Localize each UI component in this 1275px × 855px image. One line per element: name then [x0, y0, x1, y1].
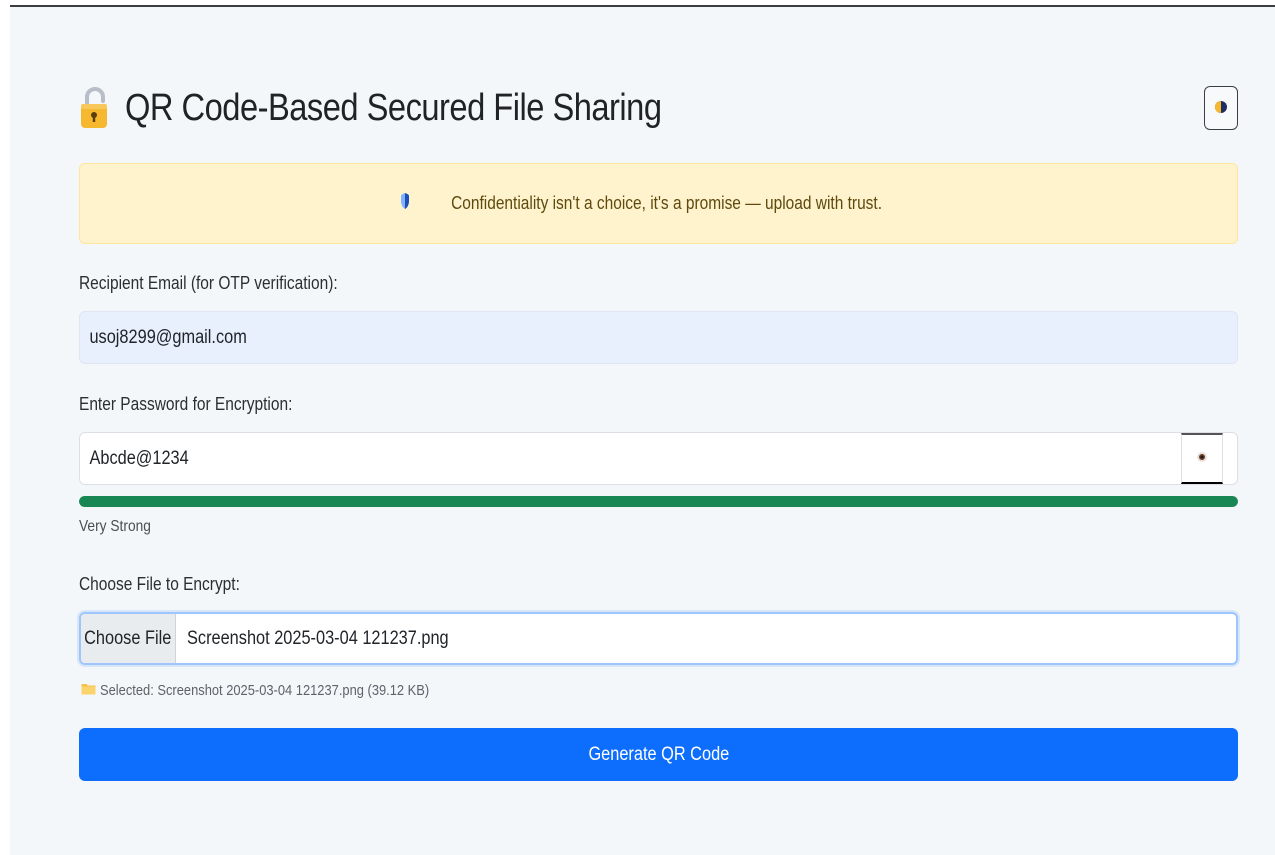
password-strength-fill — [79, 496, 1238, 507]
choose-file-button[interactable]: Choose File — [81, 614, 176, 663]
contrast-icon — [1214, 100, 1228, 117]
eye-icon — [1196, 451, 1208, 466]
password-strength-text: Very Strong — [79, 518, 151, 535]
shield-icon — [400, 192, 410, 215]
file-input[interactable]: Choose File Screenshot 2025-03-04 121237… — [79, 612, 1238, 665]
theme-toggle-button[interactable] — [1204, 86, 1238, 130]
trust-banner: Confidentiality isn't a choice, it's a p… — [79, 163, 1238, 244]
password-field[interactable]: Abcde@1234 — [79, 432, 1238, 485]
page-title: QR Code-Based Secured File Sharing — [125, 86, 662, 129]
password-label: Enter Password for Encryption: — [79, 394, 293, 414]
email-field[interactable]: usoj8299@gmail.com — [79, 311, 1238, 364]
selected-file-info: Selected: Screenshot 2025-03-04 121237.p… — [81, 681, 483, 699]
password-toggle-button[interactable] — [1181, 433, 1223, 484]
generate-qr-label: Generate QR Code — [588, 743, 729, 765]
banner-text: Confidentiality isn't a choice, it's a p… — [451, 193, 882, 213]
folder-icon — [81, 681, 96, 699]
email-label: Recipient Email (for OTP verification): — [79, 273, 338, 293]
file-name-display: Screenshot 2025-03-04 121237.png — [176, 614, 491, 663]
email-value: usoj8299@gmail.com — [89, 326, 247, 348]
lock-icon — [79, 86, 111, 130]
file-name-text: Screenshot 2025-03-04 121237.png — [187, 627, 449, 649]
file-label: Choose File to Encrypt: — [79, 574, 240, 594]
password-value: Abcde@1234 — [89, 447, 189, 469]
selected-file-text: Selected: Screenshot 2025-03-04 121237.p… — [100, 681, 430, 699]
choose-file-label: Choose File — [84, 627, 172, 649]
title-wrap: QR Code-Based Secured File Sharing — [79, 86, 749, 130]
generate-qr-button[interactable]: Generate QR Code — [79, 728, 1238, 781]
password-strength-bar — [79, 496, 1238, 507]
left-gutter — [0, 7, 10, 855]
header: QR Code-Based Secured File Sharing — [79, 80, 1238, 136]
